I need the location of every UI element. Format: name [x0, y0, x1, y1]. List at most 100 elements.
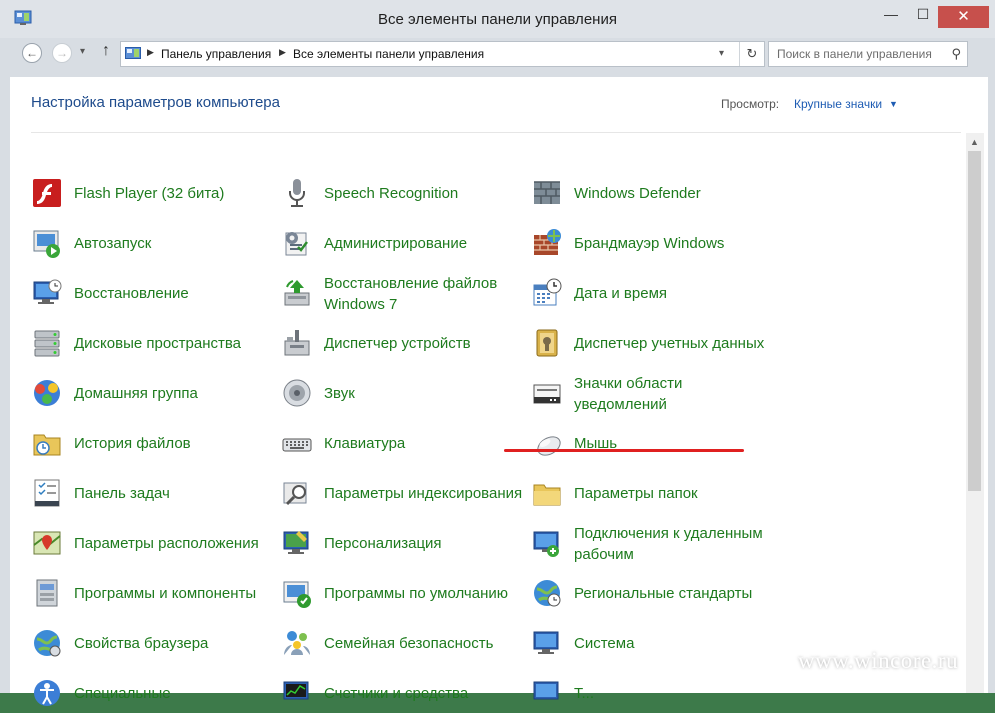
control-panel-item-label[interactable]: Значки области уведомлений	[574, 373, 774, 415]
control-panel-item-label[interactable]: Звук	[324, 383, 524, 404]
control-panel-item-label[interactable]: Автозапуск	[74, 233, 274, 254]
back-button[interactable]: ←	[22, 43, 42, 63]
control-panel-item-label[interactable]: Подключения к удаленным рабочим	[574, 523, 774, 565]
defender-icon[interactable]	[531, 177, 563, 209]
refresh-icon[interactable]: ↻	[739, 42, 764, 66]
control-panel-item[interactable]: Свойства браузера	[31, 619, 271, 663]
control-panel-item-label[interactable]: Панель задач	[74, 483, 274, 504]
control-panel-item[interactable]: Параметры индексирования	[281, 469, 524, 513]
address-dropdown-icon[interactable]: ▾	[719, 48, 724, 59]
search-icon[interactable]: ⚲	[951, 46, 961, 62]
control-panel-item[interactable]: Восстановление	[31, 269, 271, 313]
control-panel-item-label[interactable]: История файлов	[74, 433, 274, 454]
breadcrumb-all-items[interactable]: Все элементы панели управления	[293, 47, 484, 61]
control-panel-item[interactable]: Счетчики и средства	[281, 669, 521, 713]
control-panel-item-label[interactable]: Speech Recognition	[324, 183, 524, 204]
control-panel-item[interactable]: Специальные	[31, 669, 271, 713]
control-panel-item-label[interactable]: Семейная безопасность	[324, 633, 524, 654]
autoplay-icon[interactable]	[31, 227, 63, 259]
control-panel-item-label[interactable]: Дисковые пространства	[74, 333, 274, 354]
taskbar-icon[interactable]	[31, 477, 63, 509]
admin-tools-icon[interactable]	[281, 227, 313, 259]
control-panel-item-label[interactable]: Домашняя группа	[74, 383, 274, 404]
device-manager-icon[interactable]	[281, 327, 313, 359]
breadcrumb-control-panel[interactable]: Панель управления	[161, 47, 271, 61]
title-bar[interactable]: Все элементы панели управления — ☐ ✕	[0, 0, 995, 38]
view-mode-dropdown[interactable]: Крупные значки	[794, 97, 882, 111]
control-panel-item[interactable]: Speech Recognition	[281, 169, 521, 213]
control-panel-item[interactable]: Значки области уведомлений	[531, 369, 771, 413]
control-panel-item[interactable]: Дисковые пространства	[31, 319, 271, 363]
control-panel-item[interactable]: Программы по умолчанию	[281, 569, 521, 613]
vertical-scrollbar[interactable]: ▲	[966, 133, 984, 693]
control-panel-item-label[interactable]: Параметры индексирования	[324, 483, 524, 504]
up-button[interactable]: ↑	[102, 42, 110, 60]
control-panel-item[interactable]: Дата и время	[531, 269, 771, 313]
control-panel-item-label[interactable]: Windows Defender	[574, 183, 774, 204]
control-panel-item-label[interactable]: Программы и компоненты	[74, 583, 274, 604]
control-panel-item-label[interactable]: Параметры расположения	[74, 533, 274, 554]
control-panel-item-label[interactable]: Программы по умолчанию	[324, 583, 524, 604]
region-icon[interactable]	[531, 577, 563, 609]
control-panel-item[interactable]: Восстановление файлов Windows 7	[281, 269, 521, 313]
control-panel-item-label[interactable]: Диспетчер устройств	[324, 333, 524, 354]
family-safety-icon[interactable]	[281, 627, 313, 659]
control-panel-item[interactable]: Flash Player (32 бита)	[31, 169, 271, 213]
indexing-icon[interactable]	[281, 477, 313, 509]
control-panel-item[interactable]: Автозапуск	[31, 219, 271, 263]
control-panel-item[interactable]: Мышь	[531, 419, 771, 463]
control-panel-item[interactable]: Windows Defender	[531, 169, 771, 213]
control-panel-item-label[interactable]: Администрирование	[324, 233, 524, 254]
recovery-icon[interactable]	[31, 277, 63, 309]
speaker-icon[interactable]	[281, 377, 313, 409]
microphone-icon[interactable]	[281, 177, 313, 209]
notification-icons-icon[interactable]	[531, 377, 563, 409]
control-panel-item[interactable]: Региональные стандарты	[531, 569, 771, 613]
forward-button[interactable]: →	[52, 43, 72, 63]
control-panel-item-label[interactable]: Т...	[574, 683, 774, 704]
folder-options-icon[interactable]	[531, 477, 563, 509]
breadcrumb-separator-icon[interactable]: ▶	[147, 47, 154, 58]
control-panel-item-label[interactable]: Восстановление	[74, 283, 274, 304]
control-panel-item-label[interactable]: Клавиатура	[324, 433, 524, 454]
backup-icon[interactable]	[281, 277, 313, 309]
control-panel-item[interactable]: Семейная безопасность	[281, 619, 521, 663]
control-panel-item-label[interactable]: Flash Player (32 бита)	[74, 183, 274, 204]
recent-locations-dropdown[interactable]: ▾	[80, 46, 85, 57]
control-panel-item[interactable]: История файлов	[31, 419, 271, 463]
control-panel-item[interactable]: Диспетчер учетных данных	[531, 319, 771, 363]
control-panel-item-label[interactable]: Дата и время	[574, 283, 774, 304]
control-panel-item[interactable]: Брандмауэр Windows	[531, 219, 771, 263]
control-panel-item[interactable]: Администрирование	[281, 219, 521, 263]
maximize-button[interactable]: ☐	[908, 6, 938, 28]
control-panel-item-label[interactable]: Специальные	[74, 683, 274, 704]
mouse-icon[interactable]	[531, 427, 563, 459]
storage-spaces-icon[interactable]	[31, 327, 63, 359]
control-panel-item[interactable]: Система	[531, 619, 771, 663]
control-panel-item[interactable]: Т...	[531, 669, 771, 713]
control-panel-item[interactable]: Подключения к удаленным рабочим	[531, 519, 771, 563]
keyboard-icon[interactable]	[281, 427, 313, 459]
internet-options-icon[interactable]	[31, 627, 63, 659]
control-panel-item[interactable]: Параметры папок	[531, 469, 771, 513]
credential-manager-icon[interactable]	[531, 327, 563, 359]
control-panel-item[interactable]: Домашняя группа	[31, 369, 271, 413]
breadcrumb-separator-icon[interactable]: ▶	[279, 47, 286, 58]
control-panel-item-label[interactable]: Персонализация	[324, 533, 524, 554]
control-panel-item[interactable]: Параметры расположения	[31, 519, 271, 563]
address-bar[interactable]: ▶ Панель управления ▶ Все элементы панел…	[120, 41, 765, 67]
firewall-icon[interactable]	[531, 227, 563, 259]
control-panel-item-label[interactable]: Свойства браузера	[74, 633, 274, 654]
control-panel-item[interactable]: Панель задач	[31, 469, 271, 513]
control-panel-item-label[interactable]: Брандмауэр Windows	[574, 233, 774, 254]
flash-icon[interactable]	[31, 177, 63, 209]
file-history-icon[interactable]	[31, 427, 63, 459]
control-panel-item[interactable]: Клавиатура	[281, 419, 521, 463]
date-time-icon[interactable]	[531, 277, 563, 309]
system-icon[interactable]	[531, 627, 563, 659]
control-panel-item-label[interactable]: Восстановление файлов Windows 7	[324, 273, 524, 315]
location-icon[interactable]	[31, 527, 63, 559]
scroll-thumb[interactable]	[968, 151, 981, 491]
control-panel-item[interactable]: Диспетчер устройств	[281, 319, 521, 363]
scroll-up-icon[interactable]: ▲	[970, 137, 979, 147]
